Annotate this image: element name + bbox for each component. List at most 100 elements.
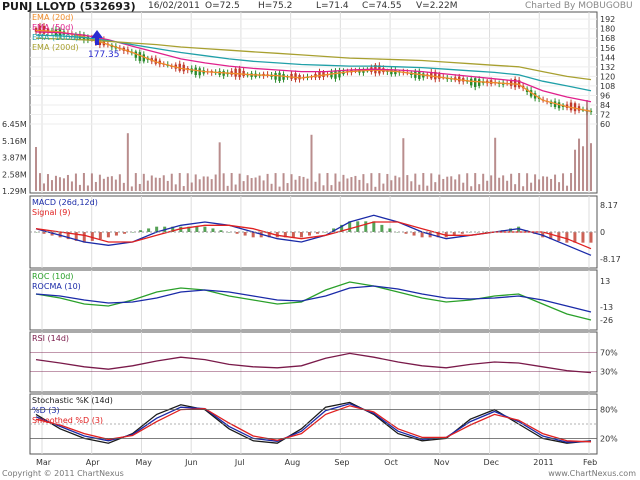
volume-bar xyxy=(350,177,353,191)
volume-bar xyxy=(294,179,297,191)
volume-bar xyxy=(234,184,237,191)
price-tick: 108 xyxy=(600,82,615,91)
volume-bar xyxy=(310,134,313,191)
volume-bar xyxy=(330,185,333,191)
macd-histogram-bar xyxy=(211,228,215,232)
volume-bar xyxy=(58,177,61,191)
month-label: Jul xyxy=(234,458,245,467)
volume-bar xyxy=(542,176,545,191)
month-label: Dec xyxy=(484,458,499,467)
volume-tick: 6.45M xyxy=(2,120,27,129)
volume-bar xyxy=(202,176,205,191)
candle-body xyxy=(318,71,321,78)
price-tick: 144 xyxy=(600,53,615,62)
price-tick: 96 xyxy=(600,91,610,100)
volume-bar xyxy=(510,173,513,191)
volume-bar xyxy=(550,178,553,191)
chart-svg: Mar Apr May Jun Jul Aug Sep Oct Nov Dec 2011 Feb607… xyxy=(2,11,621,467)
candle-body xyxy=(194,67,197,76)
volume-bar xyxy=(302,176,305,191)
roc-tick: -13 xyxy=(600,303,613,312)
candle-body xyxy=(474,78,477,88)
ema-legend: EMA (20d) xyxy=(32,13,73,22)
month-label: Oct xyxy=(384,458,398,467)
volume-bar xyxy=(358,179,361,191)
ema-legend: EMA (50d) xyxy=(32,23,73,32)
high-marker-label: 177.35 xyxy=(88,50,120,60)
price-tick: 168 xyxy=(600,34,615,43)
macd-histogram-bar xyxy=(380,224,384,232)
candle-body xyxy=(573,103,577,112)
volume-bar xyxy=(158,177,161,191)
volume-bar xyxy=(366,183,369,191)
volume-tick: 2.58M xyxy=(2,170,27,179)
volume-bar xyxy=(590,143,592,191)
volume-bar xyxy=(298,176,301,191)
volume-tick: 3.87M xyxy=(2,154,27,163)
indicator-legend: Signal (9) xyxy=(32,208,70,217)
macd-histogram-bar xyxy=(90,232,94,241)
volume-bar xyxy=(66,174,69,191)
volume-bar xyxy=(494,137,497,191)
volume-bar xyxy=(586,100,589,191)
volume-bar xyxy=(214,174,217,191)
candle-body xyxy=(478,79,481,86)
macd-histogram-bar xyxy=(106,232,110,238)
volume-bar xyxy=(270,183,273,191)
panel-frame-2 xyxy=(29,269,598,331)
volume-bar xyxy=(338,181,341,191)
candle-body xyxy=(138,52,142,61)
volume-bar xyxy=(486,180,489,191)
volume-bar xyxy=(226,185,229,191)
brand-label: www.ChartNexus.com xyxy=(548,469,636,478)
indicator-legend: ROCMA (10) xyxy=(32,282,81,291)
volume-bar xyxy=(206,176,209,191)
price-tick: 72 xyxy=(600,111,610,120)
volume-bar xyxy=(98,174,101,191)
month-label: Apr xyxy=(86,458,101,467)
volume-bar xyxy=(446,176,449,191)
volume-bar xyxy=(254,177,257,191)
indicator-legend: %D (3) xyxy=(32,406,60,415)
volume-bar xyxy=(374,186,377,191)
volume-bar xyxy=(42,183,45,191)
volume-bar xyxy=(534,174,537,191)
volume-bar xyxy=(186,173,189,191)
volume-bar xyxy=(78,184,81,191)
month-label: Sep xyxy=(334,458,349,467)
month-label: Nov xyxy=(434,458,450,467)
stoch-tick: 80% xyxy=(600,406,618,415)
volume-bar xyxy=(262,180,265,191)
volume-bar xyxy=(274,173,277,191)
volume-bar xyxy=(502,175,505,191)
volume-bar xyxy=(174,184,177,191)
macd-tick: 8.17 xyxy=(600,201,618,210)
volume-bar xyxy=(454,179,457,191)
volume-bar xyxy=(518,173,521,191)
volume-bar xyxy=(86,185,89,191)
volume-bar xyxy=(134,173,137,191)
month-label: Jun xyxy=(184,458,198,467)
volume-bar xyxy=(314,181,317,191)
volume-bar xyxy=(582,146,585,191)
indicator-legend: MACD (26d,12d) xyxy=(32,198,98,207)
volume-bar xyxy=(470,186,473,191)
volume-bar xyxy=(106,176,109,191)
volume-bar xyxy=(558,182,561,191)
volume-bar xyxy=(402,138,405,191)
price-tick: 156 xyxy=(600,44,615,53)
volume-bar xyxy=(506,180,509,191)
volume-bar xyxy=(50,180,53,191)
indicator-legend: RSI (14d) xyxy=(32,334,69,343)
volume-bar xyxy=(522,186,525,191)
ema-legend: EMA (100d) xyxy=(32,33,79,42)
volume-bar xyxy=(82,173,85,191)
price-tick: 120 xyxy=(600,72,615,81)
volume-bar xyxy=(422,173,425,191)
volume-bar xyxy=(46,174,49,191)
macd-histogram-bar xyxy=(114,232,118,236)
volume-bar xyxy=(102,178,105,191)
rsi-tick: 30% xyxy=(600,368,618,377)
volume-bar xyxy=(54,175,57,191)
macd-histogram-bar xyxy=(412,232,416,236)
